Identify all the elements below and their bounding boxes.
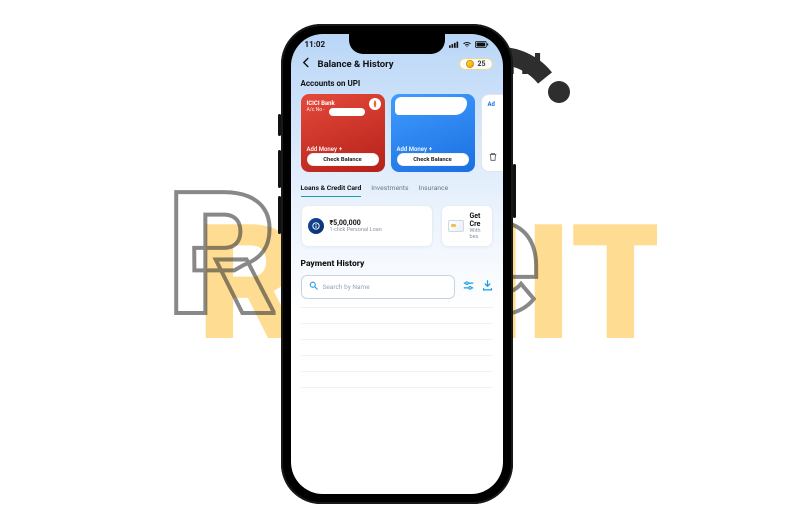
back-icon[interactable] [301, 57, 312, 71]
side-button [278, 114, 281, 136]
personal-loan-card[interactable]: ₹5,00,000 1-click Personal Loan [301, 205, 433, 247]
phone-notch [349, 34, 445, 54]
tab-insurance[interactable]: Insurance [419, 184, 449, 197]
page-title: Balance & History [318, 59, 394, 70]
loan-icon [308, 218, 324, 234]
loan-subtitle: 1-click Personal Loan [330, 227, 382, 233]
add-money-link[interactable]: Add Money + [307, 146, 379, 153]
list-item[interactable] [301, 324, 493, 340]
plus-icon: + [339, 146, 342, 153]
side-button [278, 150, 281, 188]
coin-icon [466, 60, 474, 68]
redaction-mask [329, 108, 365, 116]
battery-icon [475, 41, 489, 48]
add-money-label: Add Money [307, 146, 337, 153]
status-icons [449, 41, 489, 48]
product-tabs: Loans & Credit Card Investments Insuranc… [291, 172, 503, 197]
add-card-label: Ad [488, 101, 502, 108]
phone-frame: 11:02 Balance & History 25 Accounts on U… [281, 24, 513, 504]
account-card-icici[interactable]: ICICI Bank A/c No - Add Money + Check Ba… [301, 94, 385, 172]
account-cards-row[interactable]: ICICI Bank A/c No - Add Money + Check Ba… [291, 94, 503, 172]
redaction-mask [395, 97, 467, 115]
check-balance-button[interactable]: Check Balance [397, 153, 469, 166]
download-icon[interactable] [482, 280, 493, 294]
add-money-label: Add Money [397, 146, 427, 153]
cc-offer-title: Get Cre [470, 212, 486, 228]
loan-amount: ₹5,00,000 [330, 219, 382, 227]
coin-balance-pill[interactable]: 25 [459, 58, 492, 70]
phone-screen: 11:02 Balance & History 25 Accounts on U… [291, 34, 503, 494]
tab-loans-credit[interactable]: Loans & Credit Card [301, 184, 362, 197]
bank-logo-icon [369, 98, 381, 110]
check-balance-button[interactable]: Check Balance [307, 153, 379, 166]
payment-history-title: Payment History [291, 247, 503, 275]
wifi-icon [462, 41, 472, 48]
search-icon [309, 281, 318, 293]
tab-investments[interactable]: Investments [371, 184, 408, 197]
accounts-section-label: Accounts on UPI [291, 77, 503, 94]
filter-icon[interactable] [463, 280, 474, 294]
account-card-add[interactable]: Ad [481, 94, 503, 172]
coin-count: 25 [477, 60, 485, 68]
search-placeholder: Search by Name [323, 283, 370, 291]
side-button [513, 164, 516, 218]
side-button [278, 196, 281, 234]
list-item[interactable] [301, 308, 493, 324]
trash-icon[interactable] [488, 152, 502, 165]
search-row: Search by Name [291, 275, 503, 299]
list-item[interactable] [301, 372, 493, 388]
account-card-2[interactable]: Add Money + Check Balance [391, 94, 475, 172]
list-item[interactable] [301, 356, 493, 372]
credit-card-offer[interactable]: Get Cre With bes [441, 205, 493, 247]
search-input[interactable]: Search by Name [301, 275, 455, 299]
signal-icon [449, 41, 459, 48]
credit-card-icon [448, 220, 464, 232]
add-money-link[interactable]: Add Money + [397, 146, 469, 153]
cc-offer-sub: With bes [470, 228, 486, 240]
status-time: 11:02 [305, 40, 326, 49]
list-item[interactable] [301, 340, 493, 356]
plus-icon: + [429, 146, 432, 153]
offers-row[interactable]: ₹5,00,000 1-click Personal Loan Get Cre … [291, 197, 503, 247]
